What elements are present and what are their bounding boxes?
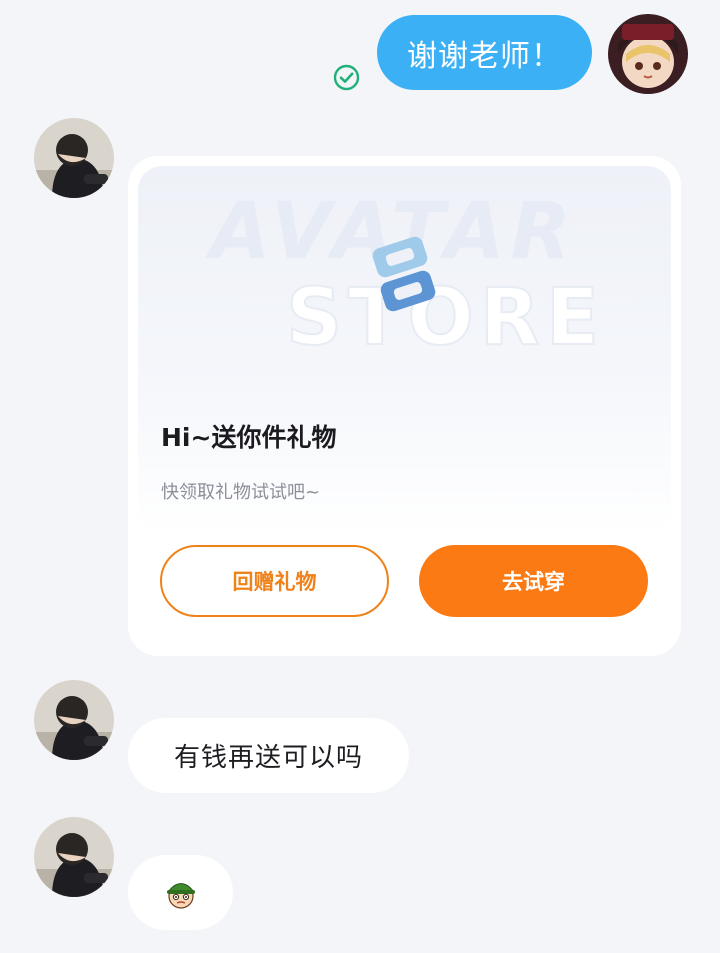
outgoing-message-bubble[interactable]: 谢谢老师！ bbox=[377, 15, 592, 90]
contact-avatar[interactable] bbox=[34, 118, 114, 198]
chat-page: 谢谢老师！ AVATAR STORE Hi~送你件礼物 快领取礼物试试吧~ 回赠… bbox=[0, 0, 720, 953]
contact-avatar[interactable] bbox=[34, 680, 114, 760]
gift-card[interactable]: AVATAR STORE Hi~送你件礼物 快领取礼物试试吧~ 回赠礼物 去试穿 bbox=[128, 156, 681, 656]
read-check-icon bbox=[333, 64, 360, 91]
gift-title: Hi~送你件礼物 bbox=[161, 423, 337, 452]
incoming-sticker-bubble[interactable] bbox=[128, 855, 233, 930]
incoming-message-bubble[interactable]: 有钱再送可以吗 bbox=[128, 718, 409, 793]
try-on-button[interactable]: 去试穿 bbox=[419, 545, 648, 617]
my-avatar[interactable] bbox=[608, 14, 688, 94]
face-emoji-with-green-hat-icon bbox=[166, 882, 195, 909]
return-gift-button[interactable]: 回赠礼物 bbox=[160, 545, 389, 617]
banner-watermark-store: STORE bbox=[286, 273, 605, 363]
gift-subtitle: 快领取礼物试试吧~ bbox=[161, 482, 321, 503]
contact-avatar[interactable] bbox=[34, 817, 114, 897]
